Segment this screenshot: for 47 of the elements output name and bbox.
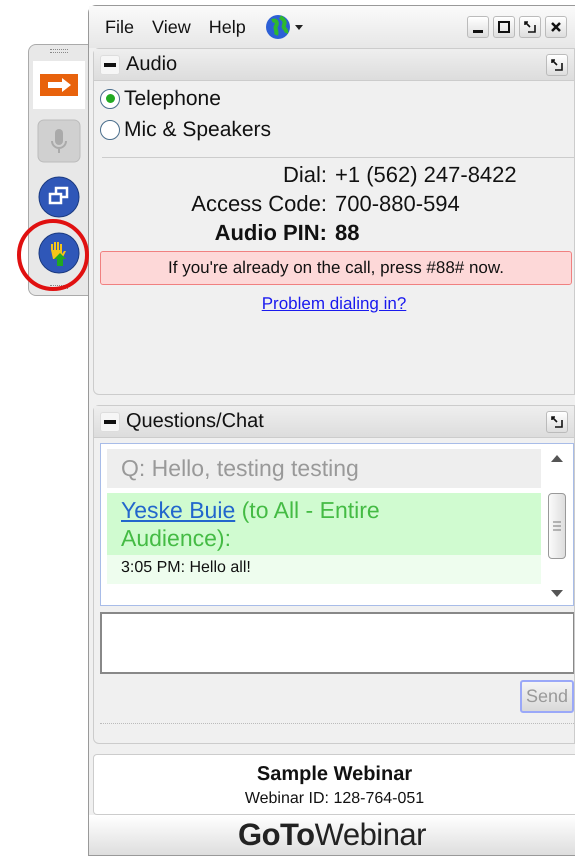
maximize-icon: [498, 21, 510, 33]
option-label[interactable]: Telephone: [124, 86, 221, 110]
detail-label: Audio PIN:: [214, 219, 327, 247]
scroll-up-icon[interactable]: [551, 455, 563, 462]
raise-hand-icon[interactable]: [38, 232, 80, 274]
panel-title: Audio: [126, 53, 178, 76]
popout-icon: [551, 416, 563, 428]
close-button[interactable]: [545, 16, 567, 38]
panel-title: Questions/Chat: [126, 410, 265, 433]
option-label[interactable]: Mic & Speakers: [124, 118, 272, 142]
popout-icon: [524, 21, 536, 33]
notice-banner: If you're already on the call, press #88# now.: [100, 251, 572, 285]
radio-button[interactable]: [100, 88, 120, 108]
message-header: Yeske Buie (to All - Entire Audience):: [120, 496, 381, 553]
close-icon: [550, 21, 562, 33]
collapse-button[interactable]: [100, 54, 120, 74]
detail-label: Access Code:: [190, 190, 327, 218]
sender-link[interactable]: Yeske Buie: [121, 497, 236, 523]
maximize-button[interactable]: [493, 16, 515, 38]
scrollbar-thumb[interactable]: [548, 493, 566, 559]
collapse-button[interactable]: [100, 412, 120, 432]
popout-button[interactable]: [519, 16, 541, 38]
radio-button[interactable]: [100, 120, 120, 140]
minimize-icon: [473, 30, 483, 32]
question-message: Q: Hello, testing testing: [107, 449, 541, 488]
popout-button[interactable]: [546, 54, 568, 76]
minus-icon: [104, 62, 116, 66]
detail-value: 88: [335, 219, 360, 247]
globe-icon[interactable]: [264, 13, 304, 41]
message-text: 3:05 PM: Hello all!: [107, 555, 541, 584]
minimize-button[interactable]: [467, 16, 489, 38]
scroll-down-icon[interactable]: [551, 590, 563, 597]
detail-value: 700-880-594: [335, 190, 461, 218]
detail-value: +1 (562) 247-8422: [335, 161, 518, 189]
minus-icon: [104, 420, 116, 424]
menu-item[interactable]: File: [105, 16, 134, 38]
detail-label: Dial:: [282, 161, 327, 189]
windows-icon[interactable]: [38, 176, 80, 218]
menu-item[interactable]: Help: [208, 16, 246, 38]
brand-logo: GoToWebinar: [89, 815, 575, 855]
popout-icon: [551, 58, 563, 70]
menu-item[interactable]: View: [152, 16, 191, 38]
popout-button[interactable]: [546, 410, 568, 432]
webinar-id: Webinar ID: 128-764-051: [244, 790, 424, 808]
webinar-name: Sample Webinar: [256, 763, 412, 786]
message-input[interactable]: [100, 612, 574, 674]
help-link[interactable]: Problem dialing in?: [262, 294, 406, 313]
